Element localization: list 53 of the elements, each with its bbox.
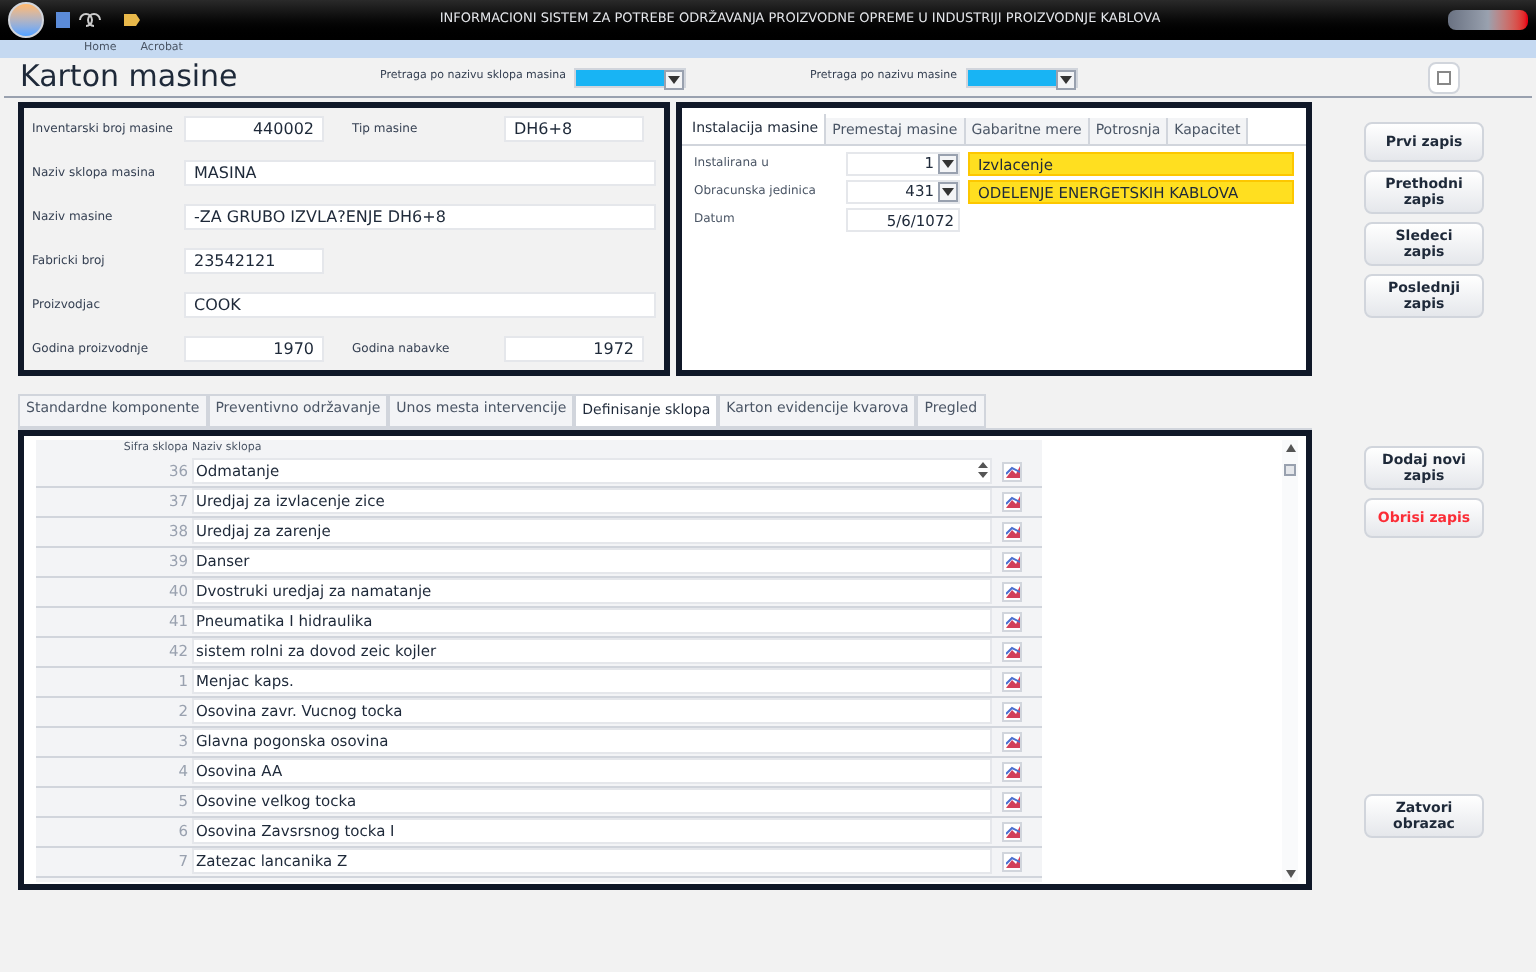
edit-button[interactable] [1002, 851, 1022, 871]
spinner-icon[interactable] [978, 460, 988, 480]
edit-button[interactable] [1002, 611, 1022, 631]
text-field[interactable]: 1972 [504, 336, 644, 362]
caret-icon [942, 159, 954, 167]
edit-button[interactable] [1002, 731, 1022, 751]
text-field[interactable]: 23542121 [184, 248, 324, 274]
edit-button[interactable] [1002, 581, 1022, 601]
edit-button[interactable] [1002, 761, 1022, 781]
chart-icon [1005, 524, 1019, 538]
chart-icon [1005, 644, 1019, 658]
dropdown-button[interactable] [1055, 69, 1076, 89]
chart-icon [1005, 764, 1019, 778]
search-dropdown[interactable] [965, 67, 1078, 87]
edit-button[interactable] [1002, 641, 1022, 661]
scroll-up-icon[interactable] [1285, 443, 1295, 451]
text-field[interactable]: DH6+8 [504, 116, 644, 142]
chart-icon [1005, 854, 1019, 868]
chart-icon [1005, 794, 1019, 808]
edit-button[interactable] [1002, 461, 1022, 481]
edit-button[interactable] [1002, 551, 1022, 571]
chart-icon [1005, 554, 1019, 568]
chart-icon [1005, 704, 1019, 718]
text-field[interactable]: 440002 [184, 116, 324, 142]
edit-button[interactable] [1002, 791, 1022, 811]
chart-icon [1005, 584, 1019, 598]
dropdown-button[interactable] [664, 69, 685, 89]
caret-icon [668, 75, 681, 83]
search-dropdown[interactable] [574, 67, 687, 87]
scrollbar[interactable] [1282, 439, 1298, 881]
office-button[interactable] [8, 2, 44, 38]
edit-button[interactable] [1002, 821, 1022, 841]
caret-icon [1059, 75, 1072, 83]
edit-button[interactable] [1002, 491, 1022, 511]
text-field[interactable]: MASINA [184, 160, 656, 186]
text-field[interactable]: 1970 [184, 336, 324, 362]
dropdown-button[interactable] [938, 181, 958, 201]
chart-icon [1005, 464, 1019, 478]
edit-button[interactable] [1002, 671, 1022, 691]
edit-button[interactable] [1002, 521, 1022, 541]
scroll-thumb[interactable] [1284, 464, 1296, 476]
text-field[interactable]: -ZA GRUBO IZVLA?ENJE DH6+8 [184, 204, 656, 230]
scroll-down-icon[interactable] [1285, 869, 1295, 877]
chart-icon [1005, 734, 1019, 748]
text-field[interactable]: COOK [184, 292, 656, 318]
chart-icon [1005, 824, 1019, 838]
dropdown-button[interactable] [938, 153, 958, 173]
caret-icon [942, 187, 954, 195]
chart-icon [1005, 614, 1019, 628]
edit-button[interactable] [1002, 701, 1022, 721]
form-title: Karton masine [20, 56, 240, 99]
chart-icon [1005, 494, 1019, 508]
chart-icon [1005, 674, 1019, 688]
